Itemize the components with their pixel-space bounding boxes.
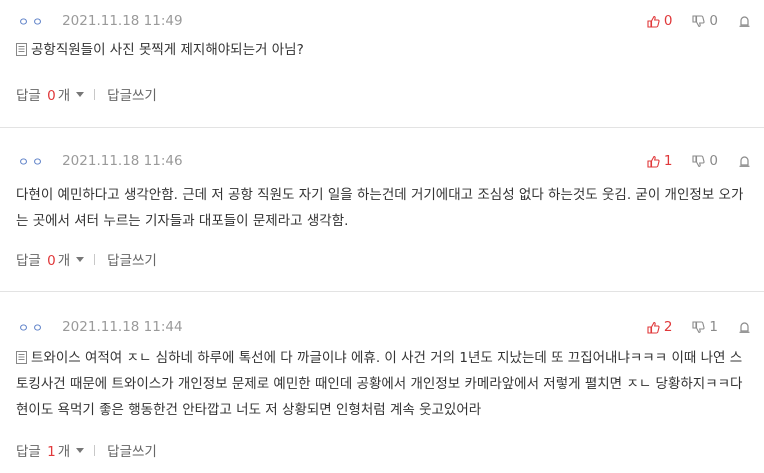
vote-group: 2 1 [647, 317, 750, 337]
like-count: 1 [663, 153, 673, 169]
reply-label: 답글 [16, 253, 41, 269]
comment-text: 트와이스 여적여 ㅈㄴ 심하네 하루에 톡선에 다 까글이냐 에휴. 이 사건 … [16, 350, 743, 418]
document-icon [16, 351, 27, 364]
caret-down-icon[interactable] [76, 256, 85, 262]
comment-date: 2021.11.18 11:46 [62, 153, 183, 169]
comment-actions: 답글 0개 답글쓰기 [16, 249, 157, 269]
comment-meta: ㅇㅇ 2021.11.18 11:49 [18, 11, 183, 31]
comment-item: ㅇㅇ 2021.11.18 11:44 2 1 트와이스 여적여 ㅈㄴ 심하네 … [0, 293, 764, 473]
like-button[interactable]: 0 [647, 13, 673, 29]
reply-label: 답글 [16, 444, 41, 460]
document-icon [16, 43, 27, 56]
like-button[interactable]: 1 [647, 153, 673, 169]
dislike-count: 0 [709, 153, 718, 169]
comment-actions: 답글 1개 답글쓰기 [16, 440, 157, 460]
reply-unit: 개 [57, 88, 71, 104]
comment-body: 트와이스 여적여 ㅈㄴ 심하네 하루에 톡선에 다 까글이냐 에휴. 이 사건 … [16, 345, 748, 423]
comment-body: 다현이 예민하다고 생각안함. 근데 저 공항 직원도 자기 일을 하는건데 거… [16, 182, 748, 234]
dislike-count: 0 [709, 13, 718, 29]
vote-group: 1 0 [647, 151, 750, 171]
dislike-count: 1 [709, 319, 718, 335]
dislike-button[interactable]: 0 [692, 13, 718, 29]
report-icon [739, 155, 749, 167]
comment-text: 공항직원들이 사진 못찍게 제지해야되는거 아님? [31, 42, 304, 58]
thumbs-up-icon [647, 15, 660, 28]
vote-group: 0 0 [647, 11, 750, 31]
comment-item: ㅇㅇ 2021.11.18 11:46 1 0 다현이 예민하다고 생각안함. … [0, 129, 764, 292]
reply-label: 답글 [16, 88, 41, 104]
divider [94, 444, 96, 456]
reply-toggle[interactable]: 답글 0개 [16, 84, 70, 104]
author-nickname[interactable]: ㅇㅇ [18, 153, 46, 170]
dislike-button[interactable]: 0 [692, 153, 718, 169]
report-icon [739, 321, 749, 333]
comment-date: 2021.11.18 11:44 [62, 319, 183, 335]
write-reply-link[interactable]: 답글쓰기 [107, 249, 157, 269]
write-reply-link[interactable]: 답글쓰기 [107, 84, 157, 104]
reply-unit: 개 [57, 444, 71, 460]
comment-item: ㅇㅇ 2021.11.18 11:49 0 0 공항직원들이 사진 못찍게 제지… [0, 0, 764, 128]
thumbs-down-icon [692, 320, 706, 333]
report-icon [739, 15, 749, 27]
report-button[interactable] [738, 154, 750, 168]
report-button[interactable] [738, 14, 750, 28]
author-nickname[interactable]: ㅇㅇ [18, 319, 46, 336]
thumbs-down-icon [692, 154, 706, 167]
like-count: 2 [663, 319, 673, 335]
reply-toggle[interactable]: 답글 0개 [16, 249, 70, 269]
divider [94, 88, 96, 100]
caret-down-icon[interactable] [76, 91, 85, 97]
comment-date: 2021.11.18 11:49 [62, 13, 183, 29]
divider [94, 253, 96, 265]
reply-count: 0 [47, 253, 56, 269]
caret-down-icon[interactable] [76, 447, 85, 453]
thumbs-down-icon [692, 14, 706, 27]
write-reply-link[interactable]: 답글쓰기 [107, 440, 157, 460]
reply-count: 0 [47, 88, 56, 104]
comment-meta: ㅇㅇ 2021.11.18 11:46 [18, 151, 183, 171]
report-button[interactable] [738, 320, 750, 334]
thumbs-up-icon [647, 321, 660, 334]
reply-toggle[interactable]: 답글 1개 [16, 440, 70, 460]
like-count: 0 [663, 13, 673, 29]
reply-unit: 개 [57, 253, 71, 269]
thumbs-up-icon [647, 155, 660, 168]
author-nickname[interactable]: ㅇㅇ [18, 13, 46, 30]
comment-actions: 답글 0개 답글쓰기 [16, 84, 157, 104]
comment-meta: ㅇㅇ 2021.11.18 11:44 [18, 317, 183, 337]
comment-text: 다현이 예민하다고 생각안함. 근데 저 공항 직원도 자기 일을 하는건데 거… [16, 187, 744, 229]
dislike-button[interactable]: 1 [692, 319, 718, 335]
like-button[interactable]: 2 [647, 319, 673, 335]
comment-body: 공항직원들이 사진 못찍게 제지해야되는거 아님? [16, 37, 748, 63]
reply-count: 1 [47, 444, 56, 460]
